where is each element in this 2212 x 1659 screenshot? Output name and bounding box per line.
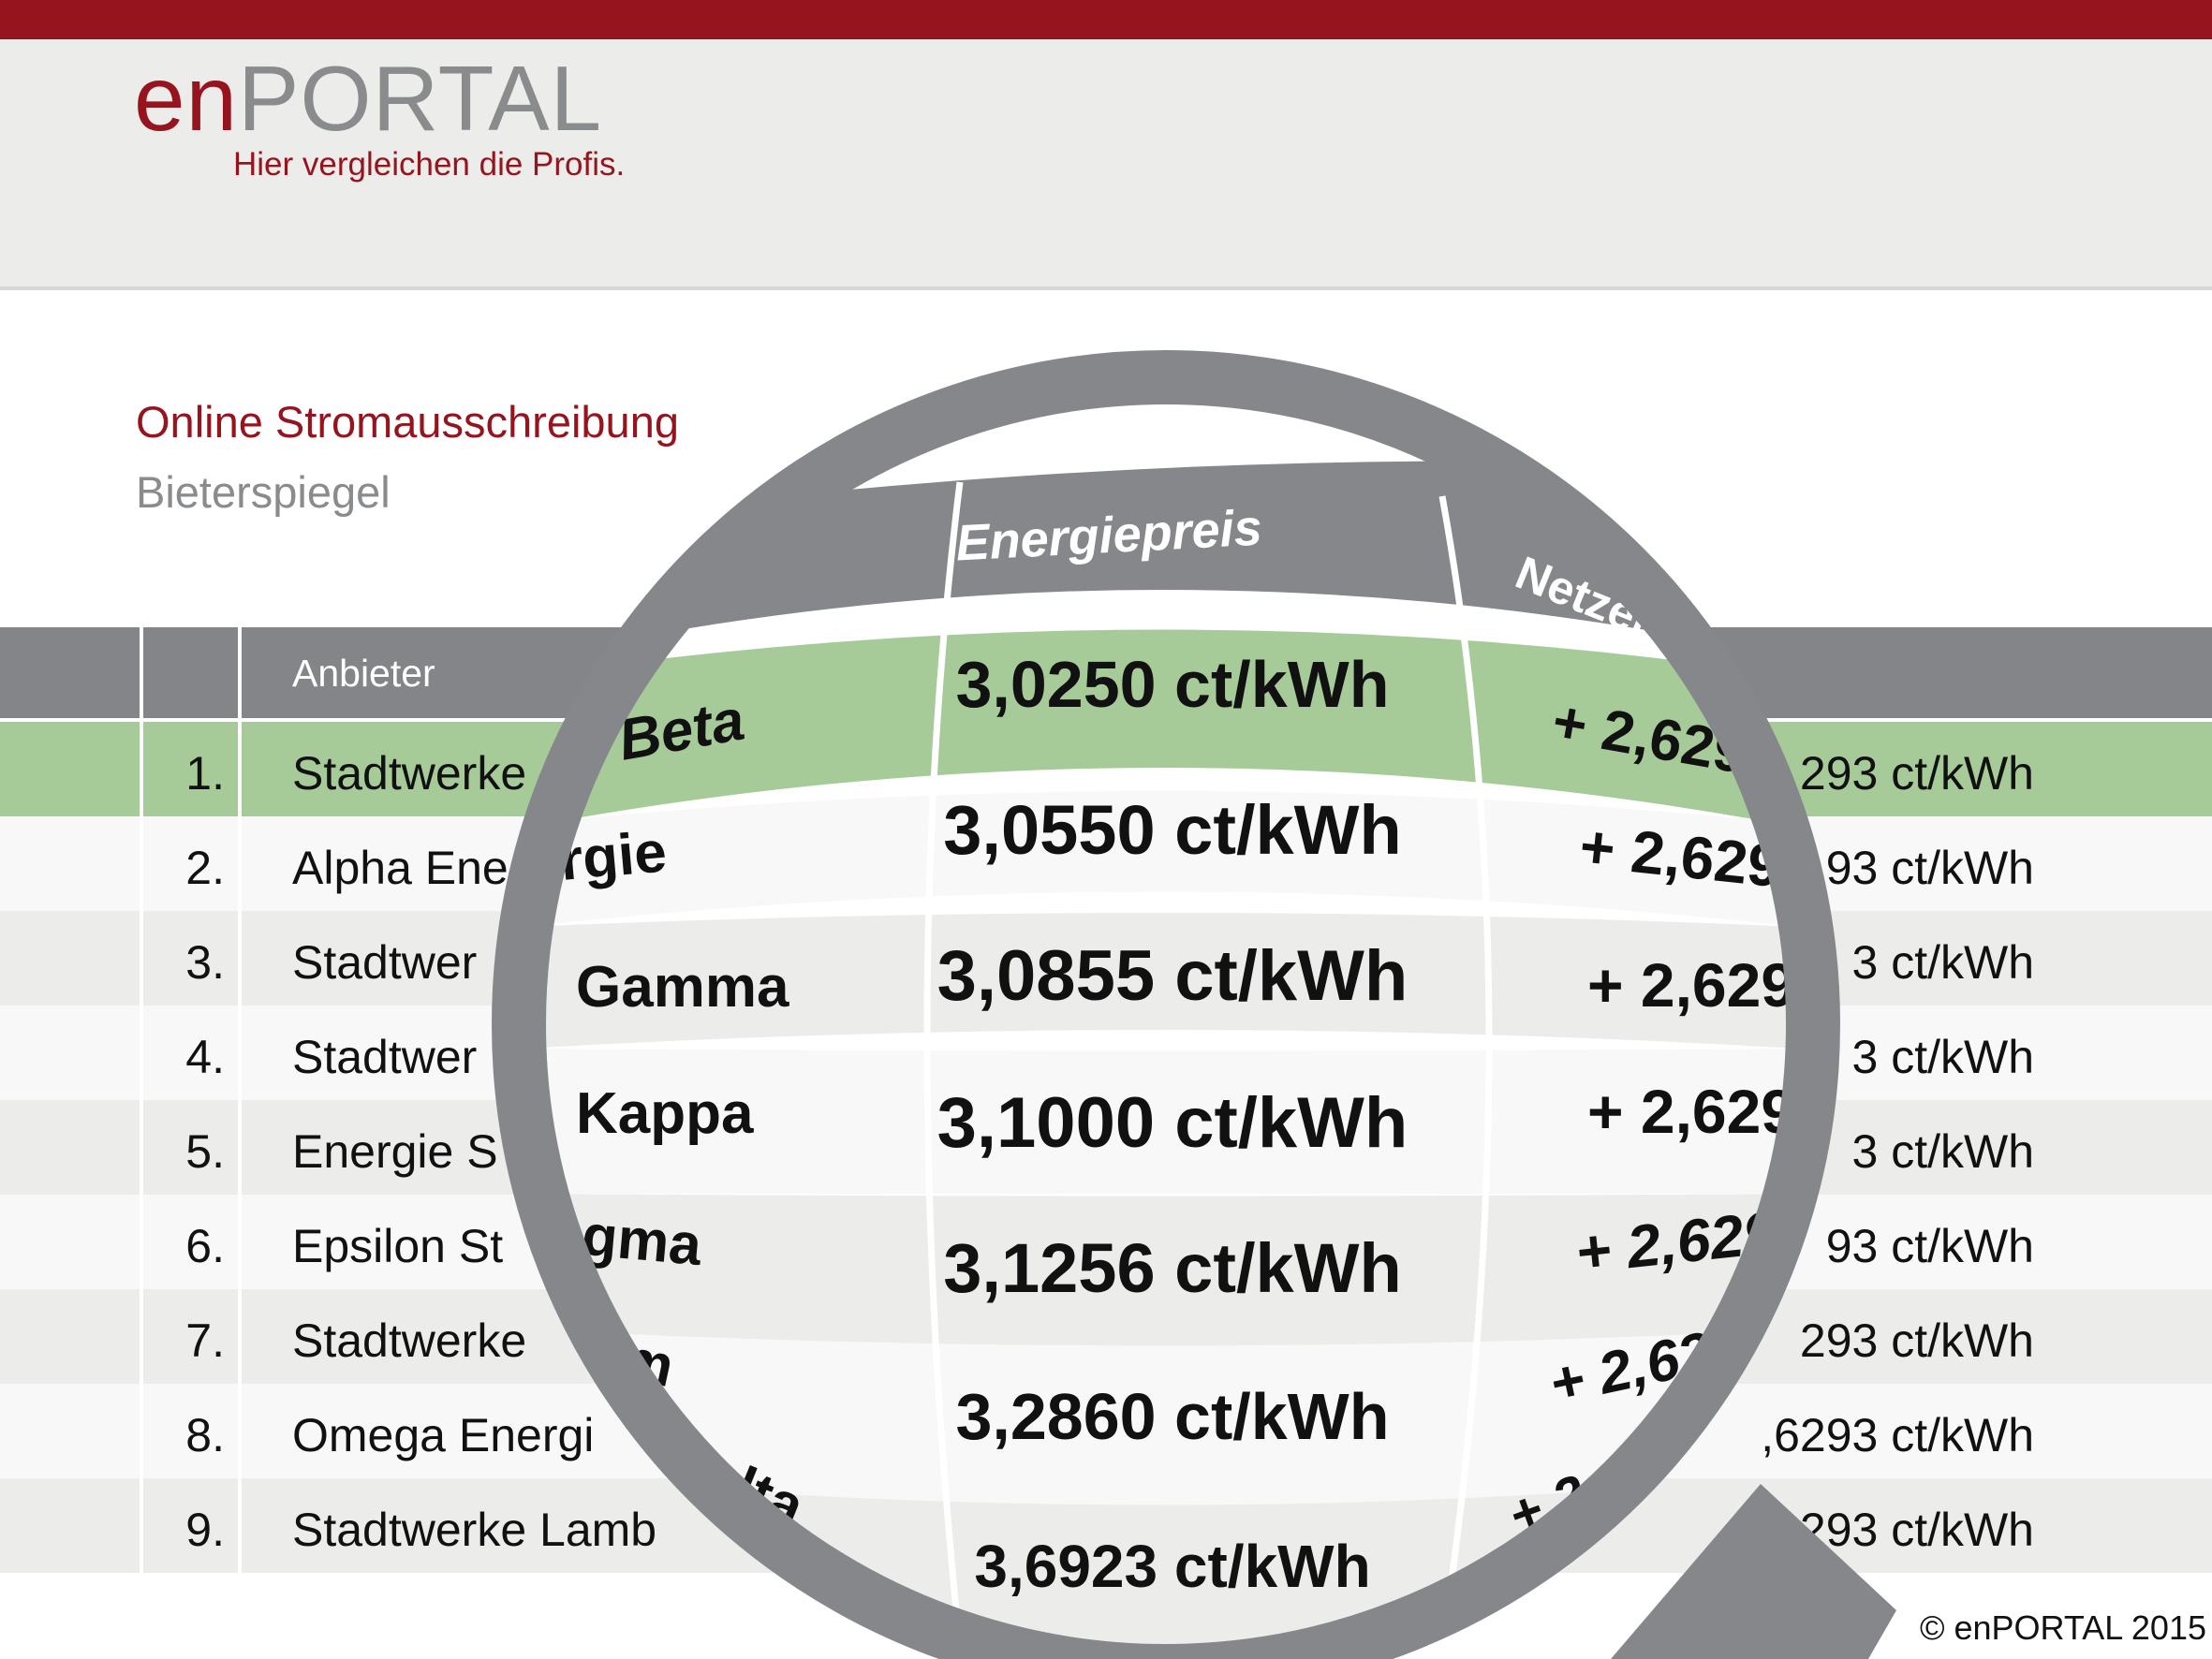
lens-provider-name: gma	[580, 1203, 705, 1278]
logo-en: en	[134, 47, 239, 150]
row-netz-price: ,6293 ct/kWh	[1761, 1409, 2034, 1461]
row-netz-price: 93 ct/kWh	[1825, 842, 2034, 894]
row-rank: 5.	[185, 1125, 225, 1178]
row-rank: 7.	[185, 1314, 225, 1367]
top-accent-bar	[0, 0, 2212, 39]
row-provider: Stadtwer	[292, 936, 478, 989]
row-netz-price: 3 ct/kWh	[1851, 1125, 2034, 1178]
row-rank: 6.	[185, 1220, 225, 1272]
row-netz-price: 3 ct/kWh	[1851, 1031, 2034, 1083]
copyright: © enPORTAL 2015	[1919, 1608, 2206, 1647]
column-divider	[238, 627, 242, 1575]
row-netz-price: 293 ct/kWh	[1799, 1314, 2034, 1367]
column-divider	[140, 627, 143, 1575]
row-netz-price: 293 ct/kWh	[1799, 747, 2034, 800]
logo-portal: PORTAL	[238, 47, 603, 150]
enportal-logo[interactable]: enPORTAL	[134, 52, 602, 144]
lens-provider-name: Kappa	[576, 1081, 754, 1146]
row-provider: Stadtwer	[292, 1031, 478, 1083]
lens-energy-price: 3,2860 ct/kWh	[956, 1380, 1390, 1453]
row-rank: 8.	[185, 1409, 225, 1461]
slogan: Hier vergleichen die Profis.	[233, 146, 626, 183]
row-rank: 4.	[185, 1031, 225, 1083]
row-rank: 9.	[185, 1504, 225, 1556]
lens-energy-price: 3,0550 ct/kWh	[943, 791, 1401, 869]
row-provider: Energie S	[292, 1125, 498, 1178]
page-subtitle: Bieterspiegel	[136, 467, 391, 517]
row-provider: Stadtwerke Lamb	[292, 1504, 657, 1556]
row-provider: Stadtwerke	[292, 747, 527, 800]
lens-provider-name: Gamma	[576, 955, 789, 1020]
lens-energy-price: 3,0250 ct/kWh	[956, 648, 1390, 721]
row-provider: Epsilon St	[292, 1220, 504, 1272]
page-title: Online Stromausschreibung	[136, 397, 679, 447]
lens-energy-price: 3,0855 ct/kWh	[937, 936, 1408, 1016]
lens-energy-price: 3,1256 ct/kWh	[943, 1229, 1401, 1307]
row-netz-price: 93 ct/kWh	[1825, 1220, 2034, 1272]
column-header-anbieter: Anbieter	[292, 652, 435, 695]
lens-energy-price: 3,1000 ct/kWh	[937, 1083, 1408, 1163]
row-provider: Omega Energi	[292, 1409, 595, 1461]
row-rank: 2.	[185, 842, 225, 894]
row-provider: Alpha Ene	[292, 842, 509, 894]
lens-energy-price: 3,6923 ct/kWh	[974, 1533, 1370, 1600]
row-netz-price: 293 ct/kWh	[1799, 1504, 2034, 1556]
row-rank: 3.	[185, 936, 225, 989]
row-rank: 1.	[185, 747, 225, 800]
row-netz-price: 3 ct/kWh	[1851, 936, 2034, 989]
row-provider: Stadtwerke	[292, 1314, 527, 1367]
